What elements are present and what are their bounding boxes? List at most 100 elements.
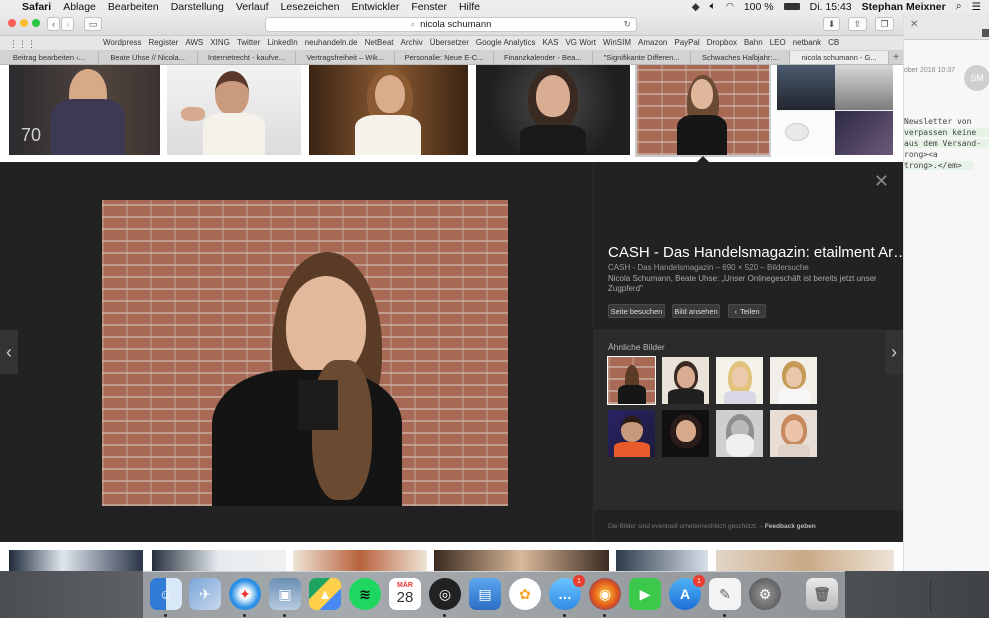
favorite-link[interactable]: Dropbox	[707, 38, 737, 47]
favorite-link[interactable]: Wordpress	[103, 38, 142, 47]
google-drive-icon[interactable]: ▲	[309, 578, 341, 610]
user-name[interactable]: Stephan Meixner	[862, 1, 946, 13]
main-image[interactable]	[102, 200, 508, 506]
similar-thumbnail[interactable]	[662, 410, 709, 457]
favorite-link[interactable]: netbank	[793, 38, 821, 47]
avatar[interactable]: SM	[964, 65, 989, 91]
similar-thumbnail[interactable]	[607, 356, 656, 405]
reload-icon[interactable]: ↻	[623, 19, 631, 30]
system-preferences-icon[interactable]: ⚙	[749, 578, 781, 610]
similar-thumbnail[interactable]	[770, 410, 817, 457]
menu-verlauf[interactable]: Verlauf	[236, 1, 269, 13]
result-thumbnail[interactable]	[167, 65, 301, 155]
favorite-link[interactable]: VG Wort	[565, 38, 596, 47]
tab[interactable]: Schwaches Halbjahr:...	[691, 51, 791, 64]
result-thumbnail[interactable]	[616, 550, 708, 571]
close-icon[interactable]: ✕	[874, 172, 889, 190]
view-image-button[interactable]: Bild ansehen	[672, 304, 720, 318]
favorite-link[interactable]: WinSIM	[603, 38, 631, 47]
result-thumbnail[interactable]	[434, 550, 609, 571]
launchpad-icon[interactable]: ✈	[189, 578, 221, 610]
share-button[interactable]: ⇧	[848, 17, 867, 31]
tab[interactable]: Vertragsfreiheit – Wik...	[296, 51, 396, 64]
calendar-icon[interactable]: MÄR 28	[389, 578, 421, 610]
favorite-link[interactable]: Archiv	[401, 38, 423, 47]
dropbox-icon[interactable]: ◆	[692, 1, 700, 13]
menu-lesezeichen[interactable]: Lesezeichen	[281, 1, 340, 13]
sidebar-toggle-button[interactable]: ▭	[84, 17, 102, 31]
spotify-icon[interactable]: ≋	[349, 578, 381, 610]
tab[interactable]: Beate Uhse // Nicola...	[99, 51, 198, 64]
favorite-link[interactable]: PayPal	[674, 38, 699, 47]
sync-app-icon[interactable]: ◎	[429, 578, 461, 610]
similar-thumbnail[interactable]	[608, 410, 655, 457]
messages-icon[interactable]: … 1	[549, 575, 585, 610]
grid-icon[interactable]: ⋮⋮⋮	[9, 39, 36, 50]
favorite-link[interactable]: Amazon	[638, 38, 667, 47]
menu-bearbeiten[interactable]: Bearbeiten	[108, 1, 159, 13]
result-thumbnail[interactable]	[777, 65, 893, 155]
wifi-icon[interactable]: ◠	[726, 1, 734, 12]
previous-image-button[interactable]: ‹	[0, 330, 18, 374]
textedit-icon[interactable]: ✎	[709, 578, 741, 610]
result-thumbnail[interactable]: 70	[9, 65, 160, 155]
similar-thumbnail[interactable]	[716, 357, 763, 404]
result-thumbnail[interactable]	[716, 550, 894, 571]
app-store-icon[interactable]: A1	[669, 575, 705, 610]
favorite-link[interactable]: Übersetzer	[430, 38, 469, 47]
menu-hilfe[interactable]: Hilfe	[459, 1, 480, 13]
notification-center-icon[interactable]: ☰	[972, 1, 981, 13]
similar-thumbnail[interactable]	[662, 357, 709, 404]
result-thumbnail[interactable]	[152, 550, 286, 571]
spotlight-icon[interactable]: ⌕	[956, 0, 962, 13]
battery-icon[interactable]	[783, 3, 800, 10]
close-window-button[interactable]	[8, 19, 16, 27]
favorite-link[interactable]: CB	[828, 38, 839, 47]
favorite-link[interactable]: LinkedIn	[267, 38, 297, 47]
next-image-button[interactable]: ›	[885, 330, 903, 374]
trash-icon[interactable]: 🗑︎	[806, 578, 838, 610]
tab[interactable]: Finanzkalender - Bea...	[494, 51, 593, 64]
address-bar[interactable]: ⌕ nicola schumann ↻	[265, 17, 637, 32]
menu-fenster[interactable]: Fenster	[411, 1, 447, 13]
facetime-icon[interactable]: ▶	[629, 578, 661, 610]
favorite-link[interactable]: Bahn	[744, 38, 763, 47]
menu-app-safari[interactable]: Safari	[22, 1, 51, 13]
favorite-link[interactable]: Twitter	[237, 38, 261, 47]
favorite-link[interactable]: AWS	[185, 38, 203, 47]
preview-icon[interactable]: ▣	[269, 578, 301, 610]
favorite-link[interactable]: KAS	[542, 38, 558, 47]
tab[interactable]: Beitrag bearbeiten ‹...	[0, 51, 99, 64]
result-thumbnail[interactable]	[476, 65, 630, 155]
menu-ablage[interactable]: Ablage	[63, 1, 96, 13]
minimize-window-button[interactable]	[20, 19, 28, 27]
favorite-link[interactable]: LEO	[770, 38, 786, 47]
safari-icon[interactable]: ✦	[229, 578, 261, 610]
visit-page-button[interactable]: Seite besuchen	[608, 304, 665, 318]
forward-button[interactable]: ›	[61, 17, 74, 31]
downloads-button[interactable]: ⬇	[823, 17, 840, 31]
feedback-link[interactable]: Feedback geben	[765, 523, 816, 530]
favorite-link[interactable]: Register	[149, 38, 179, 47]
menu-darstellung[interactable]: Darstellung	[171, 1, 224, 13]
finder-icon[interactable]: ☺	[150, 578, 182, 610]
tab[interactable]: Personalie: Neue E-C...	[395, 51, 494, 64]
tab[interactable]: "Signifikante Differen...	[593, 51, 692, 64]
share-button[interactable]: ‹ Teilen	[728, 304, 766, 318]
similar-thumbnail[interactable]	[716, 410, 763, 457]
tab[interactable]: Internetrecht - kaufve...	[198, 51, 297, 64]
favorite-link[interactable]: NetBeat	[365, 38, 394, 47]
favorite-link[interactable]: neuhandeln.de	[305, 38, 358, 47]
fullscreen-window-button[interactable]	[32, 19, 40, 27]
result-thumbnail-selected[interactable]	[635, 65, 771, 157]
tabs-overview-button[interactable]: ❐	[875, 17, 894, 31]
result-thumbnail[interactable]	[293, 550, 427, 571]
similar-thumbnail[interactable]	[770, 357, 817, 404]
result-thumbnail[interactable]	[9, 550, 143, 571]
new-tab-button[interactable]: +	[889, 51, 903, 64]
clock[interactable]: Di. 15:43	[810, 1, 852, 13]
tab-active[interactable]: nicola schumann - G...	[790, 51, 890, 64]
favorite-link[interactable]: Google Analytics	[476, 38, 536, 47]
image-title[interactable]: CASH - Das Handelsmagazin: etailment Ar…	[608, 244, 903, 261]
volume-icon[interactable]: 🔈︎	[710, 0, 716, 13]
